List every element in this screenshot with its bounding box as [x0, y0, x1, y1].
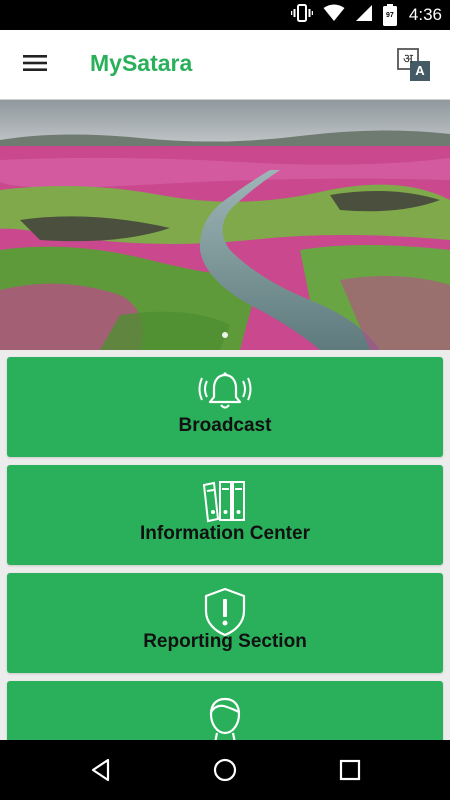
- menu-button[interactable]: [18, 48, 52, 82]
- binders-icon: [198, 479, 252, 528]
- battery-level: 97: [386, 12, 394, 19]
- hamburger-menu-icon: [23, 54, 47, 77]
- banner-image: [0, 100, 450, 350]
- wifi-icon: [323, 4, 345, 27]
- information-center-tile[interactable]: Information Center: [7, 465, 443, 565]
- translate-glyph-secondary: A: [415, 63, 425, 78]
- menu-tiles: Broadcast Information Center Reporting S…: [0, 350, 450, 740]
- information-center-label: Information Center: [140, 523, 310, 544]
- reporting-section-tile[interactable]: Reporting Section: [7, 573, 443, 673]
- broadcast-label: Broadcast: [178, 415, 272, 436]
- recents-icon: [336, 759, 364, 788]
- status-bar: 97 4:36: [0, 0, 450, 30]
- signal-icon: [355, 4, 373, 27]
- status-icons: 97 4:36: [290, 0, 442, 30]
- battery-icon: 97: [382, 4, 397, 26]
- profile-tile[interactable]: [7, 681, 443, 740]
- back-icon: [87, 758, 115, 788]
- carousel-indicator: [0, 332, 450, 338]
- status-time: 4:36: [408, 5, 442, 24]
- app-bar: MySatara अ A: [0, 30, 450, 100]
- app-title: MySatara: [90, 50, 193, 76]
- broadcast-tile[interactable]: Broadcast: [7, 357, 443, 457]
- reporting-section-label: Reporting Section: [143, 631, 307, 652]
- banner-carousel[interactable]: [0, 100, 450, 350]
- bell-ringing-icon: [198, 371, 252, 418]
- translate-icon: अ A: [396, 47, 434, 85]
- recents-button[interactable]: [336, 756, 364, 784]
- home-button[interactable]: [211, 756, 239, 784]
- person-icon: [203, 695, 247, 740]
- system-nav-bar: [0, 740, 450, 800]
- home-icon: [211, 758, 239, 788]
- carousel-dot-active[interactable]: [222, 332, 228, 338]
- back-button[interactable]: [87, 756, 115, 784]
- translate-button[interactable]: अ A: [396, 47, 434, 85]
- vibrate-icon: [290, 3, 314, 27]
